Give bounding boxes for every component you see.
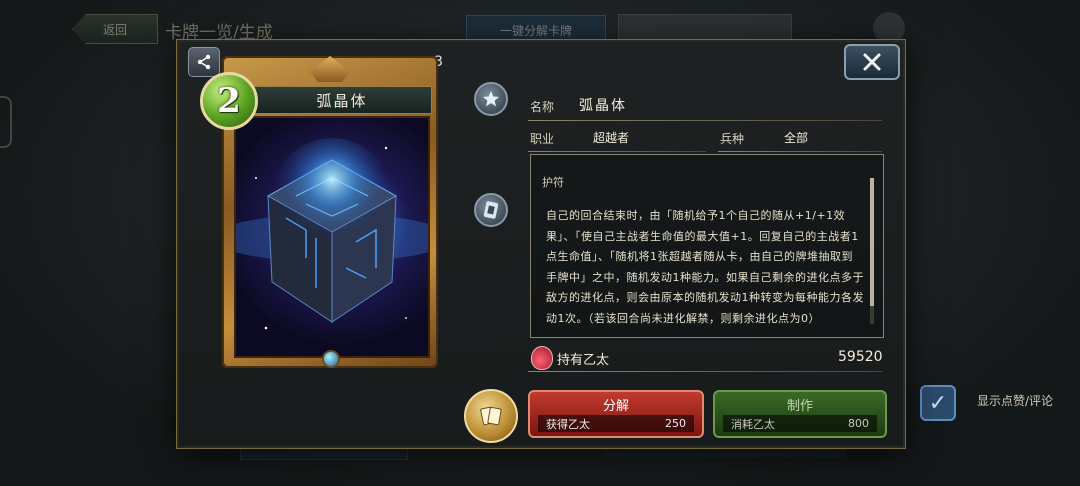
ether-value: 59520 bbox=[838, 349, 883, 365]
type-value: 全部 bbox=[784, 131, 809, 145]
decompose-button[interactable]: 分解 获得乙太 250 bbox=[528, 390, 704, 438]
left-arrow-icon[interactable] bbox=[0, 96, 12, 148]
decompose-title: 分解 bbox=[602, 399, 629, 414]
deck-icon bbox=[480, 406, 502, 426]
class-value: 超越者 bbox=[593, 131, 630, 145]
craft-button[interactable]: 制作 消耗乙太 800 bbox=[713, 390, 887, 438]
card-name: 弧晶体 bbox=[252, 86, 432, 114]
card-cost: 2 bbox=[200, 72, 258, 130]
craft-title: 制作 bbox=[786, 399, 813, 414]
decompose-sub-value: 250 bbox=[665, 417, 686, 430]
craft-sub-label: 消耗乙太 bbox=[731, 417, 775, 431]
ether-underline bbox=[528, 371, 882, 372]
share-icon bbox=[197, 54, 211, 70]
type-label: 兵种 bbox=[720, 132, 745, 146]
show-likes-checkbox[interactable]: ✓ bbox=[920, 385, 956, 421]
favorite-button[interactable] bbox=[474, 82, 508, 116]
close-button[interactable] bbox=[844, 44, 900, 80]
type-underline bbox=[718, 151, 882, 152]
card-description: 自己的回合结束时，由「随机给予1个自己的随从+1/+1效果」、「使自己主战者生命… bbox=[546, 209, 864, 325]
check-icon: ✓ bbox=[928, 390, 948, 416]
decompose-sub-label: 获得乙太 bbox=[546, 417, 590, 431]
star-icon bbox=[482, 90, 500, 107]
name-label: 名称 bbox=[530, 100, 555, 114]
card-keyword: 护符 bbox=[542, 176, 564, 189]
card-style-button[interactable] bbox=[474, 193, 508, 227]
name-value: 弧晶体 bbox=[579, 98, 627, 114]
card-gem bbox=[322, 350, 340, 368]
deck-button[interactable] bbox=[464, 389, 518, 443]
card-icon bbox=[483, 201, 499, 219]
card-artwork bbox=[234, 116, 430, 358]
ether-icon bbox=[531, 346, 553, 370]
show-likes-label: 显示点赞/评论 bbox=[977, 394, 1054, 408]
description-scrollbar[interactable] bbox=[870, 178, 874, 306]
craft-cost: 消耗乙太 800 bbox=[723, 415, 877, 432]
card-crest bbox=[310, 56, 350, 82]
share-button[interactable] bbox=[188, 47, 220, 77]
crystal-cube-art bbox=[236, 138, 428, 330]
class-label: 职业 bbox=[530, 132, 555, 146]
close-icon bbox=[863, 53, 881, 71]
name-underline bbox=[528, 120, 882, 121]
class-underline bbox=[528, 151, 706, 152]
back-button[interactable]: 返回 bbox=[72, 14, 158, 44]
craft-sub-value: 800 bbox=[848, 417, 869, 430]
decompose-reward: 获得乙太 250 bbox=[538, 415, 694, 432]
ether-label: 持有乙太 bbox=[557, 353, 610, 368]
